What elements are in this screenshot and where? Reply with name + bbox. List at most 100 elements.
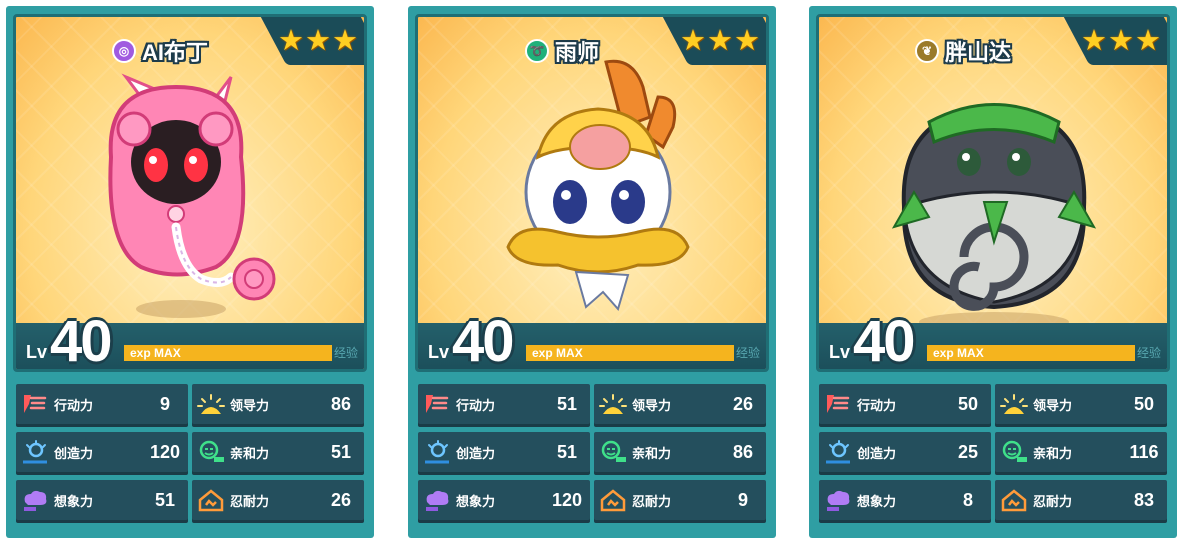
stat-label: 亲和力 bbox=[1033, 445, 1073, 461]
star-icon: ★ bbox=[1108, 25, 1134, 57]
stat-label: 领导力 bbox=[632, 397, 672, 413]
stat-affinity: 亲和力 116 bbox=[995, 432, 1167, 472]
stat-label: 亲和力 bbox=[632, 445, 672, 461]
stat-value: 51 bbox=[330, 441, 352, 462]
action-icon bbox=[20, 391, 50, 417]
star-icon: ★ bbox=[707, 25, 733, 57]
level-bar: Lv 40 exp MAX 经验 bbox=[418, 309, 766, 369]
exp-button[interactable]: 经验 bbox=[1137, 344, 1161, 361]
stats-grid: 行动力 9 领导力 86 创造力 120 亲和力 51 想象力 51 忍耐力 2… bbox=[16, 384, 364, 520]
stat-value: 51 bbox=[556, 441, 578, 462]
exp-text: exp MAX bbox=[130, 345, 181, 361]
pet-name-row: ❦ 胖山达 bbox=[819, 35, 1107, 67]
level-label: Lv bbox=[829, 342, 851, 362]
exp-button[interactable]: 经验 bbox=[736, 344, 760, 361]
pet-card[interactable]: ★ ★ ★ ➰ 雨师 Lv 40 exp MAX 经验 行动力 51 领导力 2… bbox=[408, 6, 776, 538]
stat-value: 25 bbox=[957, 441, 979, 462]
exp-label: exp bbox=[933, 346, 954, 360]
stat-affinity: 亲和力 51 bbox=[192, 432, 364, 472]
pet-portrait: ★ ★ ★ ❦ 胖山达 Lv 40 exp MAX 经验 bbox=[816, 14, 1170, 372]
creativity-icon bbox=[20, 439, 50, 465]
pet-card[interactable]: ★ ★ ★ ◎ AI布丁 Lv 40 exp MAX 经验 行动力 9 领导力 … bbox=[6, 6, 374, 538]
exp-label: exp bbox=[130, 346, 151, 360]
stat-label: 行动力 bbox=[857, 397, 897, 413]
stat-label: 创造力 bbox=[857, 445, 897, 461]
stat-action: 行动力 51 bbox=[418, 384, 590, 424]
stat-creativity: 创造力 120 bbox=[16, 432, 188, 472]
level-bar: Lv 40 exp MAX 经验 bbox=[16, 309, 364, 369]
stat-label: 创造力 bbox=[54, 445, 94, 461]
pet-card[interactable]: ★ ★ ★ ❦ 胖山达 Lv 40 exp MAX 经验 行动力 50 领导力 … bbox=[809, 6, 1177, 538]
pet-name-row: ➰ 雨师 bbox=[418, 35, 706, 67]
stat-value: 116 bbox=[1129, 441, 1159, 462]
stat-value: 51 bbox=[556, 393, 578, 414]
pet-name: 胖山达 bbox=[944, 40, 1011, 65]
stat-action: 行动力 50 bbox=[819, 384, 991, 424]
star-icon: ★ bbox=[1135, 25, 1161, 57]
level-label: Lv bbox=[428, 342, 450, 362]
stat-label: 领导力 bbox=[1033, 397, 1073, 413]
imagination-icon bbox=[823, 487, 853, 513]
level-value: 40 bbox=[452, 309, 514, 372]
level-bar: Lv 40 exp MAX 经验 bbox=[819, 309, 1167, 369]
exp-progress-bar: exp MAX bbox=[526, 345, 734, 361]
stat-value: 8 bbox=[962, 489, 973, 510]
stat-label: 想象力 bbox=[54, 493, 94, 509]
stat-value: 51 bbox=[154, 489, 176, 510]
leadership-icon bbox=[598, 391, 628, 417]
stat-leadership: 领导力 50 bbox=[995, 384, 1167, 424]
leadership-icon bbox=[196, 391, 226, 417]
affinity-icon bbox=[598, 439, 628, 465]
star-icon: ★ bbox=[332, 25, 358, 57]
exp-label: exp bbox=[532, 346, 553, 360]
stats-grid: 行动力 51 领导力 26 创造力 51 亲和力 86 想象力 120 忍耐力 … bbox=[418, 384, 766, 520]
exp-status: MAX bbox=[556, 346, 583, 360]
level-value: 40 bbox=[50, 309, 112, 372]
endurance-icon bbox=[999, 487, 1029, 513]
pet-name: 雨师 bbox=[554, 40, 599, 65]
exp-text: exp MAX bbox=[933, 345, 984, 361]
pet-name-row: ◎ AI布丁 bbox=[16, 35, 304, 67]
creativity-icon bbox=[823, 439, 853, 465]
stat-affinity: 亲和力 86 bbox=[594, 432, 766, 472]
stat-action: 行动力 9 bbox=[16, 384, 188, 424]
stat-value: 83 bbox=[1133, 489, 1155, 510]
stat-label: 领导力 bbox=[230, 397, 270, 413]
imagination-icon bbox=[422, 487, 452, 513]
endurance-icon bbox=[598, 487, 628, 513]
stat-value: 50 bbox=[957, 393, 979, 414]
imagination-icon bbox=[20, 487, 50, 513]
stat-label: 创造力 bbox=[456, 445, 496, 461]
stat-leadership: 领导力 26 bbox=[594, 384, 766, 424]
stat-value: 86 bbox=[732, 441, 754, 462]
stats-grid: 行动力 50 领导力 50 创造力 25 亲和力 116 想象力 8 忍耐力 8… bbox=[819, 384, 1167, 520]
exp-progress-bar: exp MAX bbox=[124, 345, 332, 361]
stat-label: 想象力 bbox=[456, 493, 496, 509]
star-icon: ★ bbox=[305, 25, 331, 57]
grass-element-icon: ❦ bbox=[914, 39, 939, 63]
endurance-icon bbox=[196, 487, 226, 513]
stat-label: 想象力 bbox=[857, 493, 897, 509]
stat-label: 行动力 bbox=[456, 397, 496, 413]
psychic-element-icon: ◎ bbox=[111, 39, 136, 63]
stat-value: 9 bbox=[737, 489, 748, 510]
stat-leadership: 领导力 86 bbox=[192, 384, 364, 424]
pet-name: AI布丁 bbox=[141, 40, 208, 65]
affinity-icon bbox=[999, 439, 1029, 465]
stat-endurance: 忍耐力 83 bbox=[995, 480, 1167, 520]
exp-button[interactable]: 经验 bbox=[334, 344, 358, 361]
stat-label: 行动力 bbox=[54, 397, 94, 413]
stat-imagination: 想象力 8 bbox=[819, 480, 991, 520]
stat-imagination: 想象力 51 bbox=[16, 480, 188, 520]
pet-portrait: ★ ★ ★ ◎ AI布丁 Lv 40 exp MAX 经验 bbox=[13, 14, 367, 372]
stat-value: 9 bbox=[159, 393, 170, 414]
exp-text: exp MAX bbox=[532, 345, 583, 361]
leadership-icon bbox=[999, 391, 1029, 417]
stat-value: 26 bbox=[732, 393, 754, 414]
stat-label: 忍耐力 bbox=[632, 493, 672, 509]
stat-label: 忍耐力 bbox=[230, 493, 270, 509]
stat-label: 忍耐力 bbox=[1033, 493, 1073, 509]
exp-progress-bar: exp MAX bbox=[927, 345, 1135, 361]
stat-value: 50 bbox=[1133, 393, 1155, 414]
pet-portrait: ★ ★ ★ ➰ 雨师 Lv 40 exp MAX 经验 bbox=[415, 14, 769, 372]
